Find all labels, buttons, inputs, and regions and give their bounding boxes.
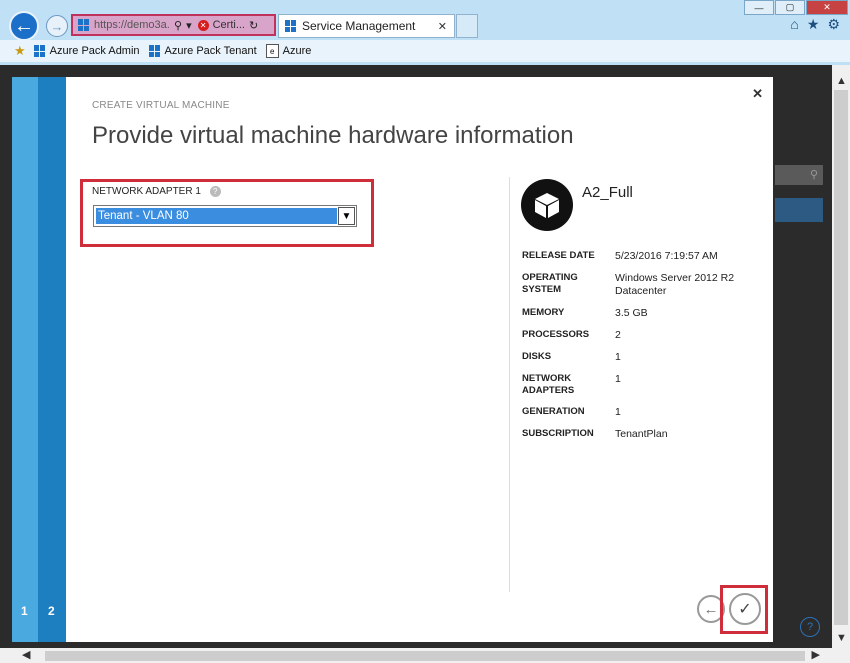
detail-row: RELEASE DATE 5/23/2016 7:19:57 AM	[522, 250, 762, 263]
dialog-subtitle: CREATE VIRTUAL MACHINE	[92, 100, 230, 111]
scrollbar-corner	[832, 648, 850, 663]
forward-button[interactable]: →	[46, 15, 68, 37]
detail-row: MEMORY 3.5 GB	[522, 307, 762, 320]
detail-value: 1	[615, 373, 621, 385]
certificate-label[interactable]: Certi...	[213, 19, 245, 31]
create-vm-dialog: ✕ CREATE VIRTUAL MACHINE Provide virtual…	[66, 77, 773, 642]
horizontal-scroll-thumb[interactable]	[45, 651, 805, 661]
highlight-box-complete	[720, 585, 768, 634]
browser-chrome: — ▢ ✕ ← → https://demo3a... ⚲ ▾ ✕ Certi.…	[0, 0, 850, 65]
selected-row-bar	[775, 198, 823, 222]
home-icon[interactable]: ⌂	[790, 16, 798, 33]
page-icon: e	[265, 44, 279, 58]
highlight-box-network-adapter	[80, 179, 374, 247]
page-left-edge	[0, 65, 12, 648]
add-favorite-icon[interactable]: ★	[14, 43, 26, 59]
certificate-error-icon[interactable]: ✕	[197, 19, 209, 31]
step-1[interactable]: 1	[21, 604, 28, 618]
vm-template-icon	[521, 179, 573, 231]
horizontal-scrollbar[interactable]: ◀ ▶	[0, 648, 832, 663]
cube-icon	[535, 193, 559, 218]
detail-key: PROCESSORS	[522, 329, 590, 340]
tab-title: Service Management	[302, 19, 416, 33]
detail-row: GENERATION 1	[522, 406, 762, 419]
detail-row: NETWORK ADAPTERS 1	[522, 373, 762, 397]
search-icon: ⚲	[775, 165, 823, 185]
favorite-link[interactable]: Azure Pack Tenant	[148, 45, 257, 57]
detail-key: DISKS	[522, 351, 552, 362]
windows-logo-icon	[33, 45, 46, 57]
windows-logo-icon	[78, 19, 90, 31]
detail-value: 1	[615, 406, 621, 418]
address-url: https://demo3a...	[94, 19, 170, 31]
windows-logo-icon	[148, 45, 161, 57]
arrow-left-icon: ←	[14, 14, 34, 37]
address-bar[interactable]: https://demo3a... ⚲ ▾ ✕ Certi... ↻	[71, 14, 276, 36]
close-tab-icon[interactable]: ✕	[438, 20, 447, 33]
maximize-button[interactable]: ▢	[775, 0, 805, 15]
detail-key: OPERATING SYSTEM	[522, 272, 578, 295]
detail-value: 2	[615, 329, 621, 341]
detail-key: SUBSCRIPTION	[522, 428, 594, 439]
scroll-up-icon[interactable]: ▲	[836, 75, 847, 87]
scroll-down-icon[interactable]: ▼	[836, 632, 847, 644]
detail-row: DISKS 1	[522, 351, 762, 364]
step-column-1	[12, 77, 38, 642]
detail-value: TenantPlan	[615, 428, 668, 440]
new-tab-button[interactable]	[456, 14, 478, 38]
favorite-label: Azure Pack Admin	[49, 45, 140, 57]
favorite-link[interactable]: e Azure	[265, 44, 312, 58]
detail-key: GENERATION	[522, 406, 585, 417]
refresh-icon[interactable]: ↻	[249, 19, 258, 32]
detail-key: MEMORY	[522, 307, 565, 318]
favorites-star-icon[interactable]: ★	[807, 16, 820, 33]
detail-row: SUBSCRIPTION TenantPlan	[522, 428, 762, 441]
detail-value: Windows Server 2012 R2 Datacenter	[615, 272, 735, 297]
help-icon: ?	[800, 617, 820, 637]
favorite-label: Azure Pack Tenant	[164, 45, 257, 57]
detail-value: 3.5 GB	[615, 307, 648, 319]
back-button[interactable]: ←	[9, 11, 39, 41]
panel-divider	[509, 177, 510, 592]
wizard-step-rail: 1 2	[12, 77, 66, 642]
scroll-left-icon[interactable]: ◀	[22, 648, 30, 661]
windows-logo-icon	[285, 20, 297, 32]
vertical-scroll-thumb[interactable]	[834, 90, 848, 625]
vertical-scrollbar[interactable]: ▲ ▼	[832, 65, 850, 648]
vm-template-name: A2_Full	[582, 184, 633, 201]
detail-row: PROCESSORS 2	[522, 329, 762, 342]
arrow-right-icon: →	[50, 18, 64, 34]
detail-value: 1	[615, 351, 621, 363]
favorite-label: Azure	[282, 45, 312, 57]
favorite-link[interactable]: Azure Pack Admin	[33, 45, 140, 57]
browser-toolbar-icons: ⌂ ★ ⚙	[790, 16, 840, 33]
detail-key: NETWORK ADAPTERS	[522, 373, 575, 396]
dialog-title: Provide virtual machine hardware informa…	[92, 122, 574, 149]
tab-service-management[interactable]: Service Management ✕	[278, 14, 455, 38]
gear-icon[interactable]: ⚙	[827, 16, 840, 33]
step-column-2	[38, 77, 66, 642]
arrow-left-icon: ←	[703, 600, 719, 618]
close-icon[interactable]: ✕	[752, 86, 763, 102]
detail-row: OPERATING SYSTEM Windows Server 2012 R2 …	[522, 272, 762, 298]
vm-details: RELEASE DATE 5/23/2016 7:19:57 AM OPERAT…	[522, 250, 762, 450]
step-2[interactable]: 2	[48, 604, 55, 618]
scroll-right-icon[interactable]: ▶	[812, 648, 820, 661]
detail-value: 5/23/2016 7:19:57 AM	[615, 250, 718, 262]
favorites-bar: ★ Azure Pack Admin Azure Pack Tenant e A…	[0, 40, 850, 62]
search-icon[interactable]: ⚲	[174, 19, 182, 32]
minimize-button[interactable]: —	[744, 0, 774, 15]
detail-key: RELEASE DATE	[522, 250, 595, 261]
window-controls: — ▢ ✕	[743, 0, 848, 15]
chevron-down-icon[interactable]: ▾	[186, 19, 192, 32]
close-window-button[interactable]: ✕	[806, 0, 848, 15]
